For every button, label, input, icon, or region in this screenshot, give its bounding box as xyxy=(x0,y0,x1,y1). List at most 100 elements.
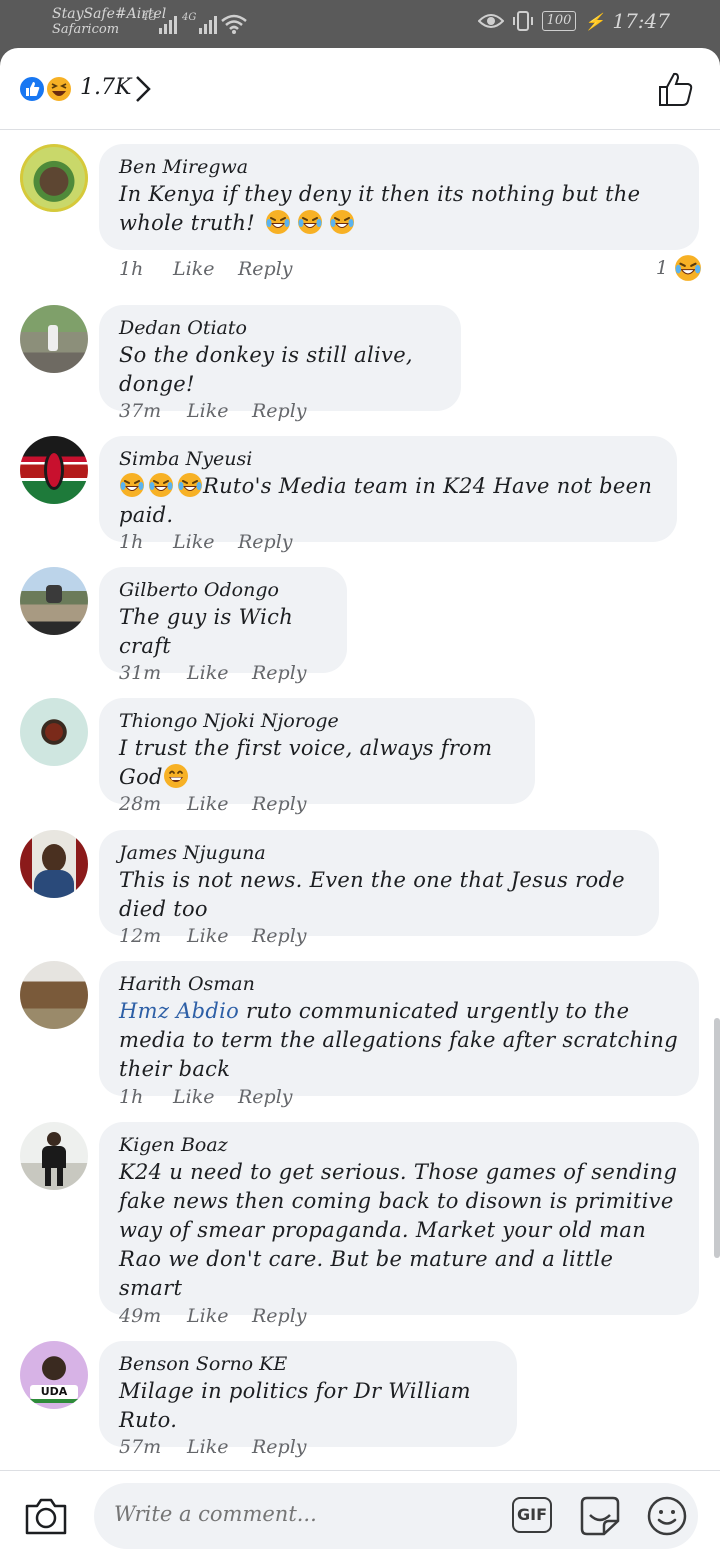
reply-button[interactable]: Reply xyxy=(238,258,293,280)
like-reaction-icon xyxy=(18,75,46,103)
comment-time: 28m xyxy=(119,793,162,815)
eye-icon xyxy=(477,14,504,28)
comment-time: 37m xyxy=(119,400,162,422)
reaction-count[interactable]: 1.7K xyxy=(80,75,131,100)
comment-author[interactable]: Ben Miregwa xyxy=(119,154,679,180)
reactions-header[interactable]: 1.7K xyxy=(0,48,720,130)
comment-actions: 49m Like Reply xyxy=(119,1305,307,1327)
like-button[interactable]: Like xyxy=(187,793,252,815)
reply-button[interactable]: Reply xyxy=(238,531,293,553)
sticker-icon[interactable] xyxy=(578,1495,622,1537)
reply-button[interactable]: Reply xyxy=(252,1305,307,1327)
avatar[interactable] xyxy=(20,961,88,1029)
reply-button[interactable]: Reply xyxy=(252,400,307,422)
avatar[interactable]: UDA xyxy=(20,1341,88,1409)
comment-author[interactable]: Benson Sorno KE xyxy=(119,1351,497,1377)
comment-author[interactable]: Thiongo Njoki Njoroge xyxy=(119,708,515,734)
laugh-emoji-icon xyxy=(177,472,203,498)
comment-bubble: Kigen Boaz K24 u need to get serious. Th… xyxy=(99,1122,699,1315)
thumbs-up-icon[interactable] xyxy=(658,70,694,108)
comment-actions: 28m Like Reply xyxy=(119,793,307,815)
reply-button[interactable]: Reply xyxy=(238,1086,293,1108)
comment-author[interactable]: Harith Osman xyxy=(119,971,679,997)
comment-text: Milage in politics for Dr William Ruto. xyxy=(119,1379,471,1432)
reply-button[interactable]: Reply xyxy=(252,793,307,815)
comment-time: 1h xyxy=(119,258,144,280)
signal-icon-2: 4G xyxy=(182,12,218,34)
comment-input-box[interactable]: GIF xyxy=(94,1483,698,1549)
avatar[interactable] xyxy=(20,830,88,898)
gif-button[interactable]: GIF xyxy=(512,1497,552,1533)
comments-sheet: 1.7K Ben Miregwa In Kenya if they deny i… xyxy=(0,48,720,1560)
laugh-emoji-icon xyxy=(329,209,355,235)
status-right: 100 ⚡ 17:47 xyxy=(477,9,670,33)
comment-actions: 57m Like Reply xyxy=(119,1436,307,1458)
comment-bubble: Simba Nyeusi Ruto's Media team in K24 Ha… xyxy=(99,436,677,542)
comment-author[interactable]: Dedan Otiato xyxy=(119,315,441,341)
reply-button[interactable]: Reply xyxy=(252,662,307,684)
reply-button[interactable]: Reply xyxy=(252,925,307,947)
avatar[interactable] xyxy=(20,144,88,212)
laugh-emoji-icon xyxy=(265,209,291,235)
comment-bubble: Gilberto Odongo The guy is Wich craft xyxy=(99,567,347,673)
camera-icon[interactable] xyxy=(24,1496,68,1536)
comment-author[interactable]: Kigen Boaz xyxy=(119,1132,679,1158)
comment-text: K24 u need to get serious. Those games o… xyxy=(119,1160,678,1300)
comment-text: In Kenya if they deny it then its nothin… xyxy=(119,182,641,235)
like-button[interactable]: Like xyxy=(187,662,252,684)
chevron-right-icon[interactable] xyxy=(134,74,152,104)
comment-input[interactable] xyxy=(114,1502,376,1526)
comment-text: Ruto's Media team in K24 Have not been p… xyxy=(119,472,653,527)
like-button[interactable]: Like xyxy=(187,1305,252,1327)
avatar[interactable] xyxy=(20,305,88,373)
like-button[interactable]: Like xyxy=(187,1436,252,1458)
like-button[interactable]: Like xyxy=(173,258,238,280)
comment-author[interactable]: James Njuguna xyxy=(119,840,639,866)
reply-button[interactable]: Reply xyxy=(252,1436,307,1458)
comment-text: This is not news. Even the one that Jesu… xyxy=(119,868,625,921)
comment-actions: 1h Like Reply xyxy=(119,258,293,280)
comment-text: So the donkey is still alive, donge! xyxy=(119,343,413,396)
comment-bubble: Harith Osman Hmz Abdio ruto communicated… xyxy=(99,961,699,1096)
comment-text: Hmz Abdio ruto communicated urgently to … xyxy=(119,999,678,1081)
gif-icon: GIF xyxy=(512,1497,552,1533)
comment-text: The guy is Wich craft xyxy=(119,605,294,658)
like-button[interactable]: Like xyxy=(187,925,252,947)
reactions-summary[interactable] xyxy=(18,74,76,104)
like-button[interactable]: Like xyxy=(173,1086,238,1108)
avatar[interactable] xyxy=(20,436,88,504)
comment-bubble: Ben Miregwa In Kenya if they deny it the… xyxy=(99,144,699,250)
comment-author[interactable]: Simba Nyeusi xyxy=(119,446,657,472)
avatar[interactable] xyxy=(20,698,88,766)
comment-bubble: Benson Sorno KE Milage in politics for D… xyxy=(99,1341,517,1447)
haha-reaction-icon xyxy=(45,75,73,103)
wifi-icon xyxy=(221,14,247,34)
comment-bubble: Thiongo Njoki Njoroge I trust the first … xyxy=(99,698,535,804)
comment-actions: 12m Like Reply xyxy=(119,925,307,947)
comment-composer: GIF xyxy=(0,1470,720,1560)
battery-icon: 100 xyxy=(541,11,577,31)
comment-time: 31m xyxy=(119,662,162,684)
scrollbar[interactable] xyxy=(714,1018,720,1258)
comment-actions: 37m Like Reply xyxy=(119,400,307,422)
avatar-badge: UDA xyxy=(30,1385,78,1399)
emoji-icon[interactable] xyxy=(646,1495,688,1537)
laugh-emoji-icon xyxy=(148,472,174,498)
vibrate-icon xyxy=(512,11,533,31)
avatar[interactable] xyxy=(20,1122,88,1190)
like-button[interactable]: Like xyxy=(187,400,252,422)
comment-author[interactable]: Gilberto Odongo xyxy=(119,577,327,603)
avatar[interactable] xyxy=(20,567,88,635)
mention-link[interactable]: Hmz Abdio xyxy=(119,999,239,1023)
like-button[interactable]: Like xyxy=(173,531,238,553)
clock: 17:47 xyxy=(612,9,670,33)
haha-reaction-icon xyxy=(674,254,702,282)
comment-bubble: James Njuguna This is not news. Even the… xyxy=(99,830,659,936)
comment-reaction-count[interactable]: 1 xyxy=(656,254,702,282)
charging-icon: ⚡ xyxy=(584,11,605,31)
comment-actions: 1h Like Reply xyxy=(119,531,293,553)
comment-bubble: Dedan Otiato So the donkey is still aliv… xyxy=(99,305,461,411)
comment-time: 49m xyxy=(119,1305,162,1327)
comment-actions: 31m Like Reply xyxy=(119,662,307,684)
comment-actions: 1h Like Reply xyxy=(119,1086,293,1108)
